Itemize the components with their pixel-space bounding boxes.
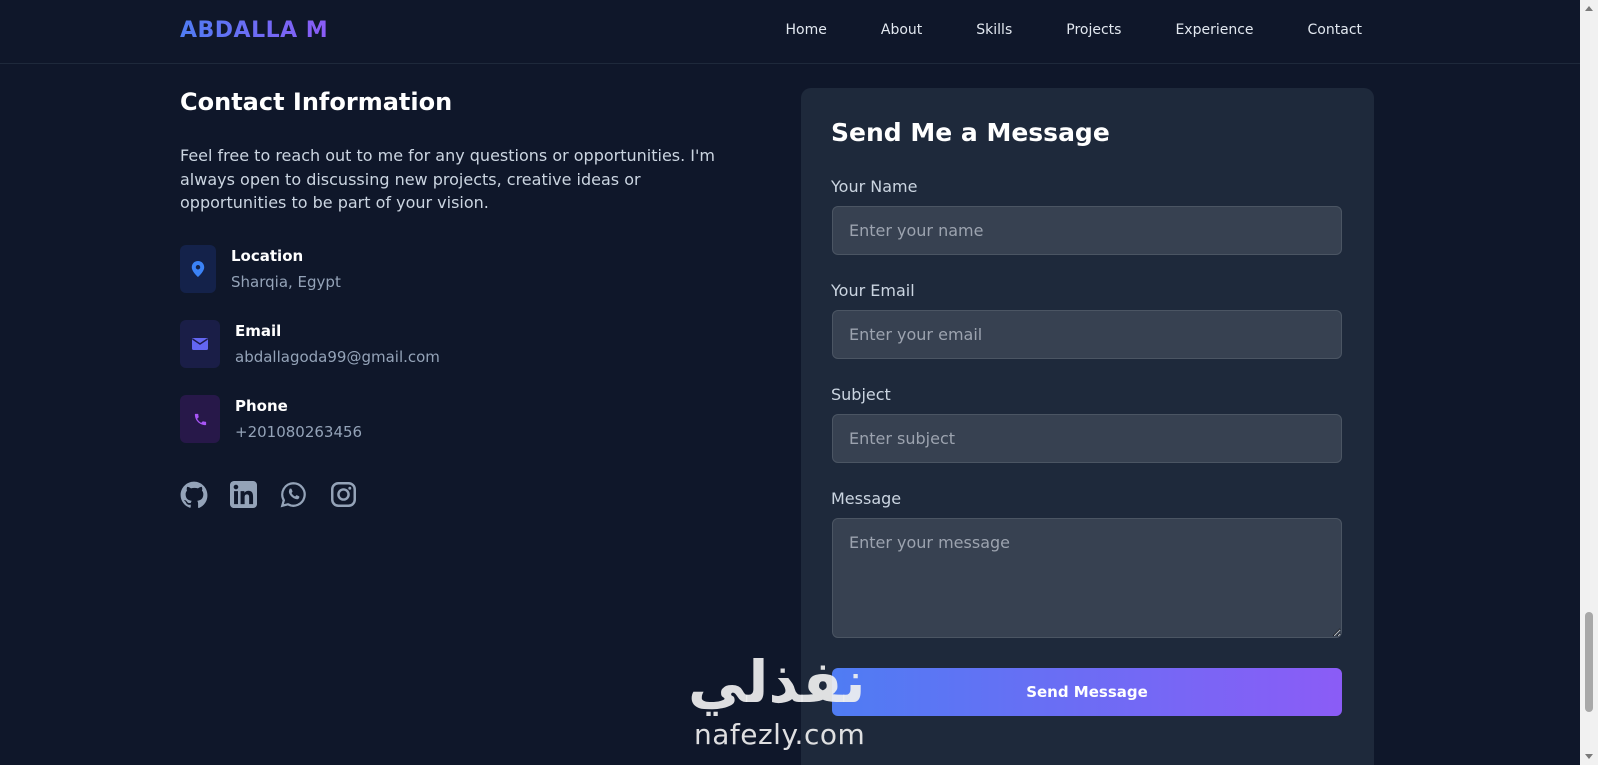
location-value: Sharqia, Egypt bbox=[231, 273, 341, 291]
phone-label: Phone bbox=[235, 397, 288, 415]
nav-link-projects[interactable]: Projects bbox=[1066, 22, 1121, 38]
nav-link-contact[interactable]: Contact bbox=[1308, 22, 1362, 38]
page-scrollbar[interactable] bbox=[1580, 0, 1598, 765]
contact-form: Send Me a Message Your Name Your Email S… bbox=[801, 88, 1374, 765]
scroll-up-arrow-icon[interactable] bbox=[1585, 6, 1593, 11]
instagram-icon[interactable] bbox=[330, 481, 357, 508]
phone-value[interactable]: +201080263456 bbox=[235, 423, 362, 441]
form-title: Send Me a Message bbox=[831, 118, 1110, 147]
nav-link-home[interactable]: Home bbox=[786, 22, 827, 38]
name-label: Your Name bbox=[831, 177, 918, 196]
github-icon[interactable] bbox=[180, 481, 208, 508]
navbar: ABDALLA M Home About Skills Projects Exp… bbox=[0, 0, 1580, 64]
subject-input[interactable] bbox=[832, 414, 1342, 463]
contact-description: Feel free to reach out to me for any que… bbox=[180, 146, 716, 212]
watermark-logo-latin: nafezly.com bbox=[694, 718, 866, 751]
nav-links: Home About Skills Projects Experience Co… bbox=[732, 22, 1362, 38]
scroll-down-arrow-icon[interactable] bbox=[1585, 754, 1593, 759]
message-textarea[interactable] bbox=[832, 518, 1342, 638]
envelope-icon bbox=[180, 320, 220, 368]
scroll-thumb[interactable] bbox=[1585, 612, 1593, 712]
nav-link-skills[interactable]: Skills bbox=[976, 22, 1012, 38]
phone-icon bbox=[180, 395, 220, 443]
nav-link-about[interactable]: About bbox=[881, 22, 922, 38]
linkedin-icon[interactable] bbox=[230, 481, 257, 508]
watermark-logo-arabic: نفذلي bbox=[688, 648, 866, 716]
contact-info-title: Contact Information bbox=[180, 88, 453, 116]
location-item: Location Sharqia, Egypt bbox=[180, 245, 341, 293]
message-label: Message bbox=[831, 489, 902, 508]
email-item: Email abdallagoda99@gmail.com bbox=[180, 320, 440, 368]
map-pin-icon bbox=[180, 245, 216, 293]
email-label: Email bbox=[235, 322, 282, 340]
location-label: Location bbox=[231, 247, 304, 265]
whatsapp-icon[interactable] bbox=[280, 481, 307, 508]
nav-link-experience[interactable]: Experience bbox=[1175, 22, 1253, 38]
email-value[interactable]: abdallagoda99@gmail.com bbox=[235, 348, 440, 366]
email-field-label: Your Email bbox=[831, 281, 915, 300]
send-message-button[interactable]: Send Message bbox=[832, 668, 1342, 716]
subject-label: Subject bbox=[831, 385, 891, 404]
brand-logo[interactable]: ABDALLA M bbox=[180, 18, 328, 43]
name-input[interactable] bbox=[832, 206, 1342, 255]
email-input[interactable] bbox=[832, 310, 1342, 359]
phone-item: Phone +201080263456 bbox=[180, 395, 362, 443]
social-links bbox=[180, 481, 357, 508]
